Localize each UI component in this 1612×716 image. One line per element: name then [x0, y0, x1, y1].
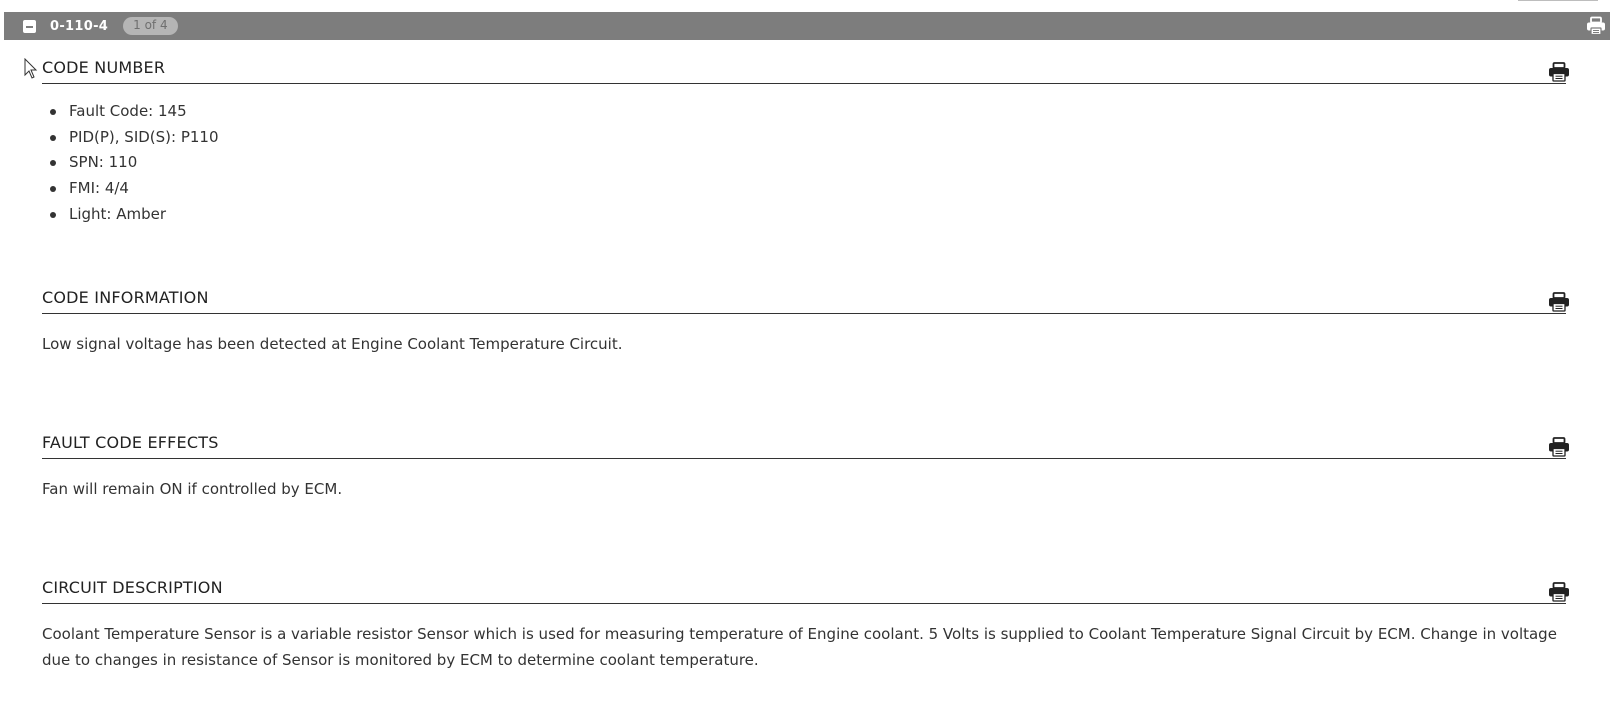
- section-header: FAULT CODE EFFECTS: [42, 433, 1569, 459]
- print-icon[interactable]: [1548, 62, 1570, 82]
- section-title: FAULT CODE EFFECTS: [42, 433, 219, 452]
- section-header: CODE NUMBER: [42, 58, 1569, 84]
- mouse-pointer-icon: [24, 58, 38, 79]
- code-number-list: Fault Code: 145 PID(P), SID(S): P110 SPN…: [50, 102, 219, 230]
- list-item: SPN: 110: [50, 153, 219, 179]
- print-icon[interactable]: [1548, 292, 1570, 312]
- section-title: CODE INFORMATION: [42, 288, 209, 307]
- circuit-description-text: Coolant Temperature Sensor is a variable…: [42, 625, 1557, 669]
- fault-code-header[interactable]: 0-110-4 1 of 4: [4, 12, 1610, 40]
- print-icon[interactable]: [1548, 582, 1570, 602]
- list-item: FMI: 4/4: [50, 179, 219, 205]
- code-number-section: CODE NUMBER Fault Code: 145 PID(P), SID(…: [42, 58, 1569, 238]
- print-all-icon[interactable]: [1586, 16, 1606, 36]
- section-header: CIRCUIT DESCRIPTION: [42, 578, 1569, 604]
- fault-code-effects-section: FAULT CODE EFFECTS Fan will remain ON if…: [42, 433, 1569, 513]
- list-item: Light: Amber: [50, 205, 219, 231]
- code-information-section: CODE INFORMATION Low signal voltage has …: [42, 288, 1569, 368]
- pager-badge: 1 of 4: [123, 17, 178, 35]
- print-icon[interactable]: [1548, 437, 1570, 457]
- top-edge-line: [1518, 0, 1598, 1]
- circuit-description-section: CIRCUIT DESCRIPTION Coolant Temperature …: [42, 578, 1569, 698]
- fault-code-effects-text: Fan will remain ON if controlled by ECM.: [42, 480, 343, 498]
- list-item: Fault Code: 145: [50, 102, 219, 128]
- section-header: CODE INFORMATION: [42, 288, 1569, 314]
- list-item: PID(P), SID(S): P110: [50, 128, 219, 154]
- fault-code-title: 0-110-4: [50, 18, 109, 34]
- collapse-icon[interactable]: [23, 19, 36, 33]
- section-title: CODE NUMBER: [42, 58, 166, 77]
- code-information-text: Low signal voltage has been detected at …: [42, 335, 623, 353]
- section-title: CIRCUIT DESCRIPTION: [42, 578, 223, 597]
